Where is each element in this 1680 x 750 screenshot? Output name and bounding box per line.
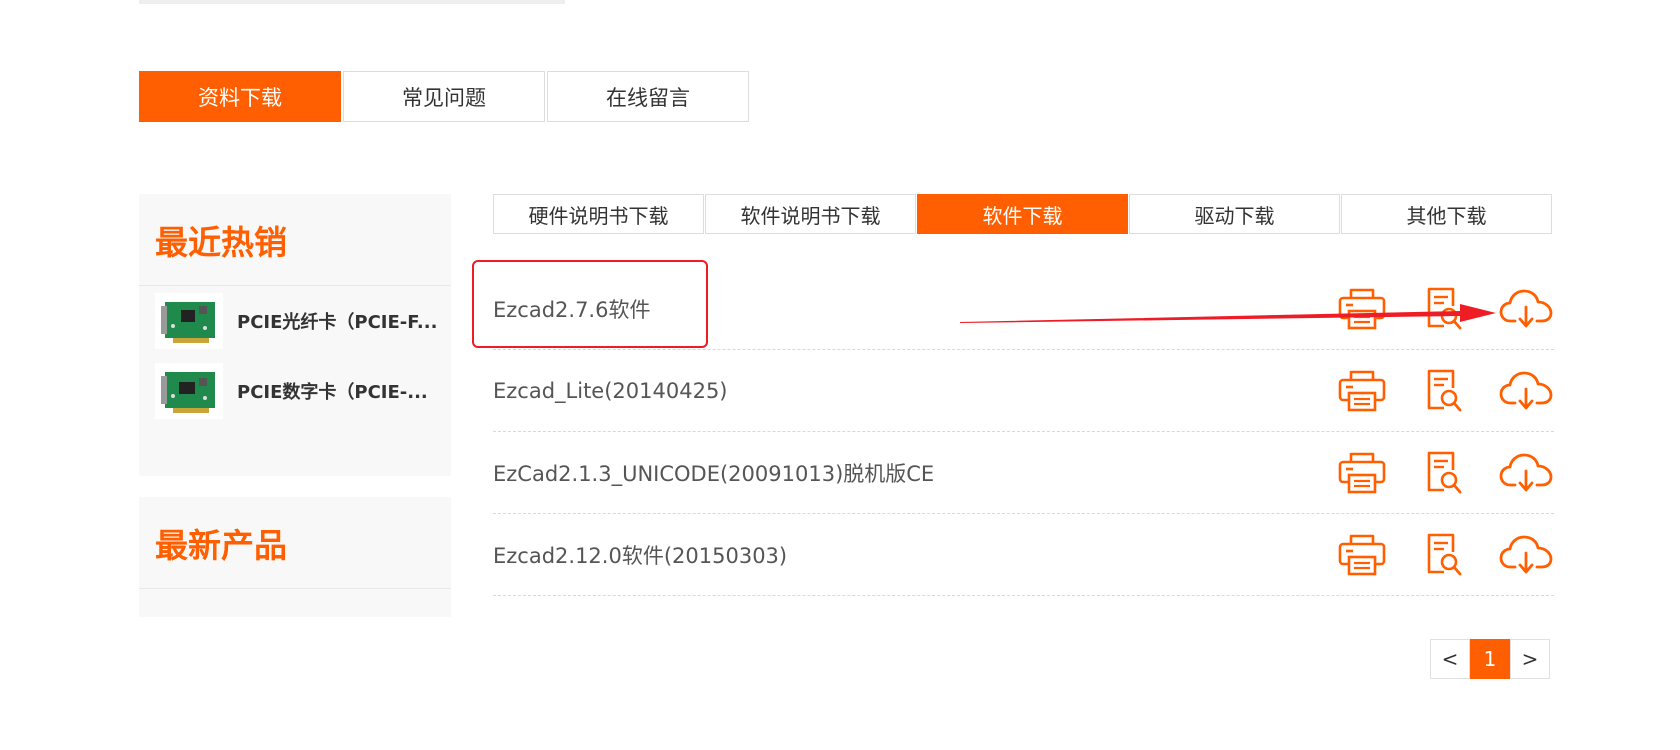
hot-sellers-panel: 最近热销 PCIE光纤卡（PCIE-F... PCIE数字卡（PCIE-...: [139, 194, 451, 476]
tab-faq[interactable]: 常见问题: [343, 71, 545, 122]
prev-page-button[interactable]: <: [1430, 639, 1470, 679]
printer-icon[interactable]: [1334, 445, 1390, 501]
printer-icon[interactable]: [1334, 527, 1390, 583]
file-actions: [1308, 268, 1554, 350]
tab-online-message[interactable]: 在线留言: [547, 71, 749, 122]
product-thumbnail[interactable]: [155, 363, 223, 419]
tab-software-download[interactable]: 软件下载: [917, 194, 1128, 234]
cloud-download-icon[interactable]: [1498, 363, 1554, 419]
file-name-link[interactable]: EzCad2.1.3_UNICODE(20091013)脱机版CE: [493, 458, 934, 488]
new-products-panel: 最新产品: [139, 497, 451, 617]
file-row: EzCad2.1.3_UNICODE(20091013)脱机版CE: [493, 432, 1554, 514]
next-page-button[interactable]: >: [1510, 639, 1550, 679]
product-name[interactable]: PCIE数字卡（PCIE-...: [237, 378, 428, 404]
hot-product-item[interactable]: PCIE数字卡（PCIE-...: [139, 356, 451, 426]
tab-driver-download[interactable]: 驱动下载: [1129, 194, 1340, 234]
download-category-tabs: 硬件说明书下载 软件说明书下载 软件下载 驱动下载 其他下载: [493, 194, 1553, 234]
cloud-download-icon[interactable]: [1498, 527, 1554, 583]
file-actions: [1308, 514, 1554, 596]
file-name-link[interactable]: Ezcad_Lite(20140425): [493, 379, 728, 403]
printer-icon[interactable]: [1334, 281, 1390, 337]
cloud-download-icon[interactable]: [1498, 445, 1554, 501]
top-divider: [139, 0, 565, 4]
tab-software-manual[interactable]: 软件说明书下载: [705, 194, 916, 234]
hot-sellers-title: 最近热销: [139, 194, 451, 286]
file-row: Ezcad2.7.6软件: [493, 268, 1554, 350]
tab-downloads[interactable]: 资料下载: [139, 71, 341, 122]
main-tab-bar: 资料下载 常见问题 在线留言: [139, 71, 751, 122]
document-search-icon[interactable]: [1416, 445, 1472, 501]
printer-icon[interactable]: [1334, 363, 1390, 419]
document-search-icon[interactable]: [1416, 281, 1472, 337]
file-actions: [1308, 350, 1554, 432]
file-name-link[interactable]: Ezcad2.7.6软件: [493, 294, 650, 324]
document-search-icon[interactable]: [1416, 527, 1472, 583]
product-thumbnail[interactable]: [155, 293, 223, 349]
document-search-icon[interactable]: [1416, 363, 1472, 419]
file-row: Ezcad_Lite(20140425): [493, 350, 1554, 432]
cloud-download-icon[interactable]: [1498, 281, 1554, 337]
file-name-link[interactable]: Ezcad2.12.0软件(20150303): [493, 540, 787, 570]
pagination: < 1 >: [1430, 639, 1550, 679]
hot-product-item[interactable]: PCIE光纤卡（PCIE-F...: [139, 286, 451, 356]
file-row: Ezcad2.12.0软件(20150303): [493, 514, 1554, 596]
tab-hardware-manual[interactable]: 硬件说明书下载: [493, 194, 704, 234]
file-list: Ezcad2.7.6软件 Ezcad_Lite(20140425) EzCad2…: [493, 268, 1554, 596]
file-actions: [1308, 432, 1554, 514]
new-products-title: 最新产品: [139, 497, 451, 589]
product-name[interactable]: PCIE光纤卡（PCIE-F...: [237, 308, 437, 334]
page-number-button[interactable]: 1: [1470, 639, 1510, 679]
tab-other-download[interactable]: 其他下载: [1341, 194, 1552, 234]
